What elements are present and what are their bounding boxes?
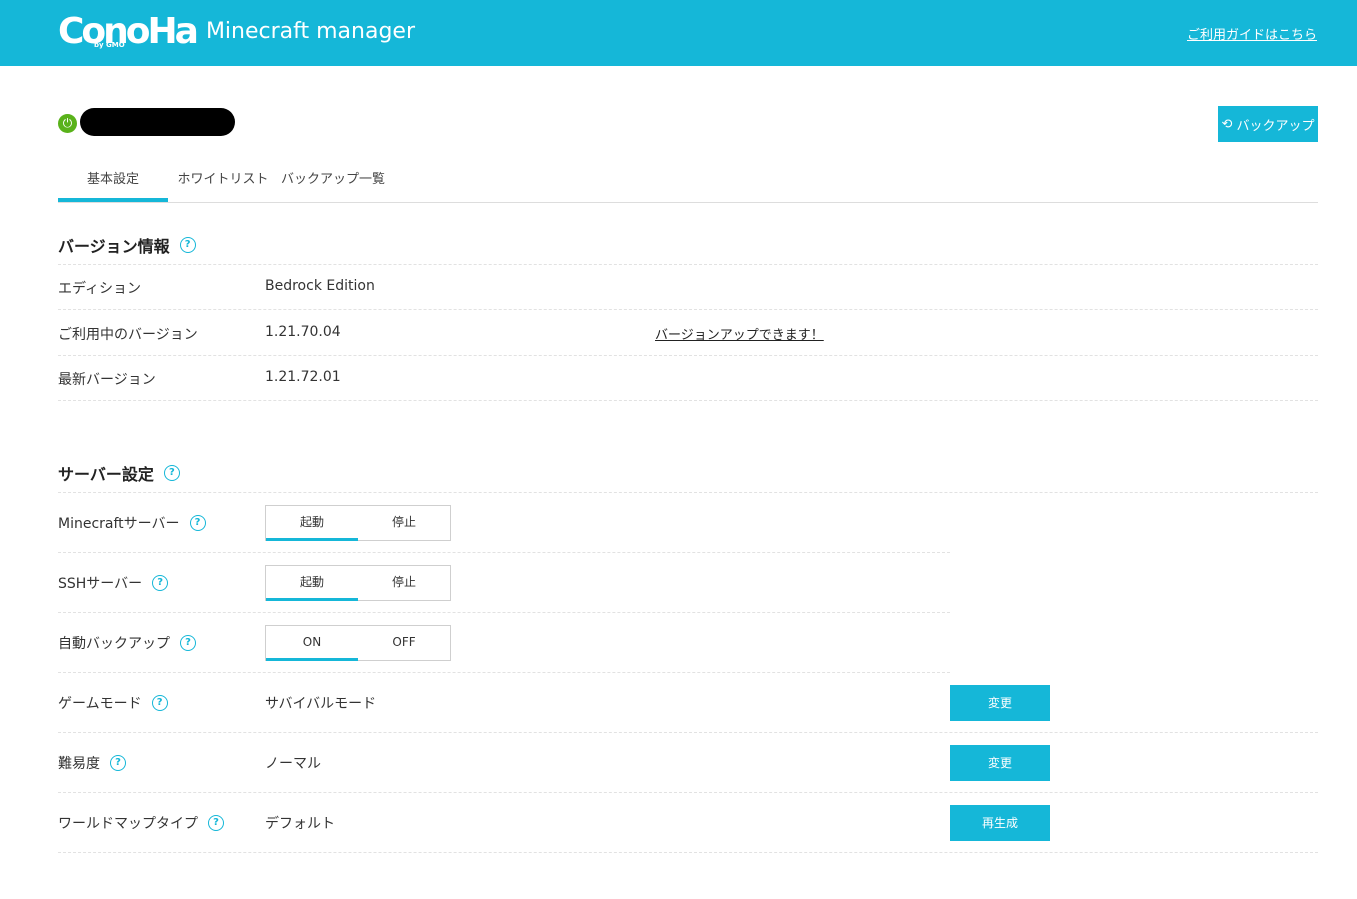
divider — [58, 612, 950, 613]
divider — [58, 492, 1318, 493]
server-section-heading: サーバー設定 — [58, 465, 154, 484]
history-icon: ⟲ — [1221, 116, 1233, 132]
ssh-server-toggle: 起動 停止 — [265, 565, 451, 601]
server-name-redacted — [80, 108, 235, 136]
auto-backup-label-text: 自動バックアップ — [58, 636, 170, 652]
world-map-type-value: デフォルト — [265, 816, 335, 832]
divider — [58, 672, 950, 673]
game-mode-label-text: ゲームモード — [58, 696, 142, 712]
tab-basic-settings[interactable]: 基本設定 — [58, 164, 168, 202]
help-icon[interactable]: ? — [163, 465, 180, 481]
difficulty-label-text: 難易度 — [58, 756, 100, 772]
divider — [58, 552, 950, 553]
version-section-heading: バージョン情報 — [58, 237, 170, 256]
tab-whitelist[interactable]: ホワイトリスト — [176, 164, 270, 200]
auto-backup-on-option[interactable]: ON — [266, 626, 358, 661]
version-upgrade-link[interactable]: バージョンアップできます！ — [655, 324, 824, 343]
tab-bar: 基本設定 ホワイトリスト バックアップ一覧 — [58, 164, 1318, 203]
game-mode-value: サバイバルモード — [265, 696, 377, 712]
divider — [58, 732, 1318, 733]
ssh-server-label: SSHサーバー ? — [58, 573, 169, 593]
conoha-logo[interactable]: ConoHa by GMO Minecraft manager — [58, 10, 415, 54]
divider — [58, 852, 1318, 853]
current-version-value: 1.21.70.04 — [265, 324, 341, 340]
latest-version-value: 1.21.72.01 — [265, 369, 341, 385]
help-icon[interactable]: ? — [189, 515, 206, 531]
auto-backup-label: 自動バックアップ ? — [58, 633, 196, 653]
world-map-type-label-text: ワールドマップタイプ — [58, 816, 198, 832]
difficulty-change-button[interactable]: 変更 — [950, 745, 1050, 781]
brand-logo-text: ConoHa — [58, 11, 199, 52]
auto-backup-toggle: ON OFF — [265, 625, 451, 661]
game-mode-label: ゲームモード ? — [58, 693, 168, 713]
divider — [58, 400, 1318, 401]
game-mode-change-button[interactable]: 変更 — [950, 685, 1050, 721]
auto-backup-off-option[interactable]: OFF — [358, 626, 450, 660]
world-map-type-label: ワールドマップタイプ ? — [58, 813, 224, 833]
backup-button[interactable]: ⟲ バックアップ — [1218, 106, 1318, 142]
server-section-title: サーバー設定 ? — [58, 461, 180, 485]
minecraft-server-toggle: 起動 停止 — [265, 505, 451, 541]
divider — [58, 309, 1318, 310]
ssh-server-stop-option[interactable]: 停止 — [358, 566, 450, 600]
minecraft-server-start-option[interactable]: 起動 — [266, 506, 358, 541]
divider — [58, 264, 1318, 265]
minecraft-server-label: Minecraftサーバー ? — [58, 513, 206, 533]
help-icon[interactable]: ? — [152, 575, 169, 591]
power-icon: ⏻ — [58, 114, 77, 133]
latest-version-label: 最新バージョン — [58, 372, 156, 388]
tab-backup-list[interactable]: バックアップ一覧 — [280, 164, 386, 200]
difficulty-value: ノーマル — [265, 756, 321, 772]
top-header: ConoHa by GMO Minecraft manager ご利用ガイドはこ… — [0, 0, 1357, 66]
minecraft-server-label-text: Minecraftサーバー — [58, 516, 180, 532]
version-section-title: バージョン情報 ? — [58, 233, 196, 257]
ssh-server-start-option[interactable]: 起動 — [266, 566, 358, 601]
help-icon[interactable]: ? — [110, 755, 126, 771]
edition-label: エディション — [58, 281, 142, 297]
world-map-regenerate-button[interactable]: 再生成 — [950, 805, 1050, 841]
guide-link[interactable]: ご利用ガイドはこちら — [1187, 24, 1317, 43]
edition-value: Bedrock Edition — [265, 278, 375, 294]
difficulty-label: 難易度 ? — [58, 753, 126, 773]
help-icon[interactable]: ? — [208, 815, 224, 831]
ssh-server-label-text: SSHサーバー — [58, 576, 143, 592]
current-version-label: ご利用中のバージョン — [58, 327, 198, 343]
divider — [58, 792, 1318, 793]
backup-button-label: バックアップ — [1236, 118, 1315, 134]
help-icon[interactable]: ? — [180, 635, 196, 651]
minecraft-server-stop-option[interactable]: 停止 — [358, 506, 450, 540]
help-icon[interactable]: ? — [151, 695, 168, 711]
help-icon[interactable]: ? — [179, 237, 196, 253]
brand-logo-subtext: by GMO — [94, 41, 125, 49]
app-name: Minecraft manager — [205, 19, 415, 44]
divider — [58, 355, 1318, 356]
